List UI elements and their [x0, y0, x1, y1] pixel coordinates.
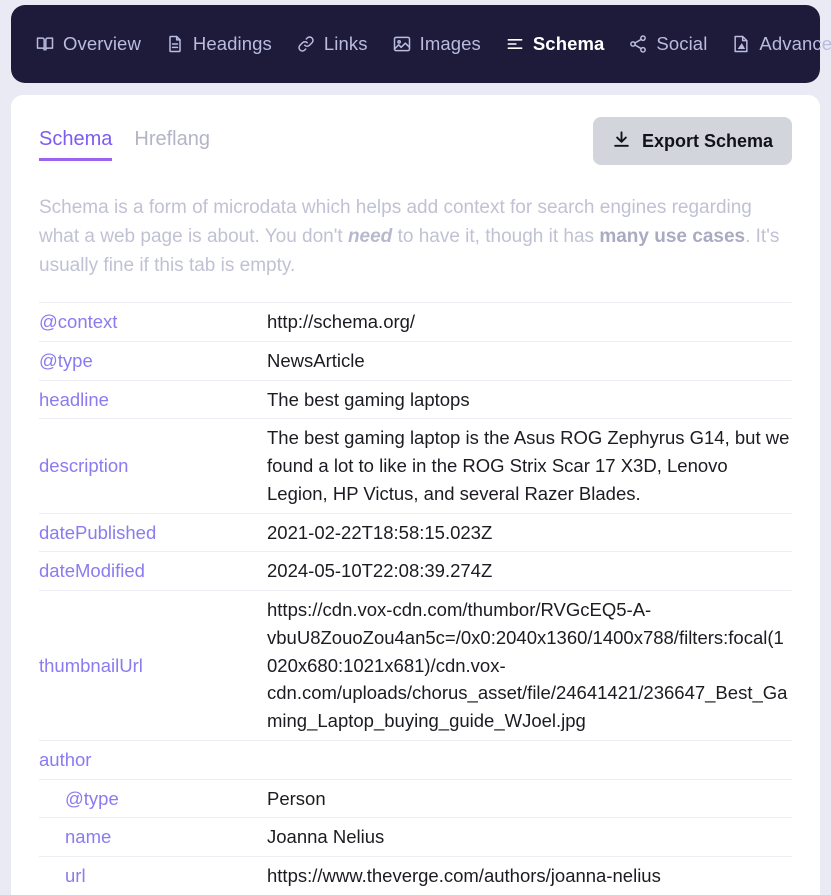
schema-key: name [39, 818, 267, 857]
nav-tab-label: Advanced [759, 33, 831, 55]
nav-tab-label: Headings [193, 33, 272, 55]
schema-value: https://cdn.vox-cdn.com/thumbor/RVGcEQ5-… [267, 591, 792, 741]
subtab-hreflang[interactable]: Hreflang [134, 127, 210, 161]
table-row: @type Person [39, 779, 792, 818]
schema-value: The best gaming laptops [267, 380, 792, 419]
list-icon [505, 34, 525, 54]
table-row: name Joanna Nelius [39, 818, 792, 857]
schema-key: url [39, 857, 267, 895]
image-icon [392, 34, 412, 54]
schema-value: The best gaming laptop is the Asus ROG Z… [267, 419, 792, 513]
document-icon [165, 34, 185, 54]
schema-key: author [39, 740, 267, 779]
nav-tab-label: Links [324, 33, 368, 55]
nav-tab-images[interactable]: Images [392, 33, 481, 55]
schema-key: @type [39, 341, 267, 380]
export-schema-label: Export Schema [642, 132, 773, 150]
schema-value: 2024-05-10T22:08:39.274Z [267, 552, 792, 591]
table-row: dateModified 2024-05-10T22:08:39.274Z [39, 552, 792, 591]
schema-key: thumbnailUrl [39, 591, 267, 741]
schema-value: 2021-02-22T18:58:15.023Z [267, 513, 792, 552]
schema-value: http://schema.org/ [267, 303, 792, 342]
link-icon [296, 34, 316, 54]
intro-strong: many use cases [599, 226, 745, 247]
nav-tab-schema[interactable]: Schema [505, 33, 605, 55]
nav-tab-social[interactable]: Social [628, 33, 707, 55]
intro-emphasis: need [348, 226, 392, 247]
schema-value [267, 740, 792, 779]
schema-table: @context http://schema.org/ @type NewsAr… [39, 302, 792, 895]
nav-tab-label: Schema [533, 33, 605, 55]
schema-value: Joanna Nelius [267, 818, 792, 857]
schema-key: description [39, 419, 267, 513]
schema-key: headline [39, 380, 267, 419]
subtab-schema[interactable]: Schema [39, 127, 112, 161]
table-row: url https://www.theverge.com/authors/joa… [39, 857, 792, 895]
table-row: thumbnailUrl https://cdn.vox-cdn.com/thu… [39, 591, 792, 741]
nav-tab-label: Images [420, 33, 481, 55]
share-icon [628, 34, 648, 54]
main-navbar: Overview Headings Links [11, 5, 820, 83]
nav-items: Overview Headings Links [35, 33, 831, 55]
schema-value: Person [267, 779, 792, 818]
intro-part-2: to have it, though it has [392, 226, 599, 247]
schema-description: Schema is a form of microdata which help… [39, 193, 792, 280]
table-row: author [39, 740, 792, 779]
subtab-label: Schema [39, 128, 112, 150]
export-schema-button[interactable]: Export Schema [593, 117, 792, 165]
nav-tab-label: Social [656, 33, 707, 55]
subtab-label: Hreflang [134, 128, 210, 150]
nav-tab-headings[interactable]: Headings [165, 33, 272, 55]
nav-tab-overview[interactable]: Overview [35, 33, 141, 55]
schema-value: NewsArticle [267, 341, 792, 380]
schema-key: @type [39, 779, 267, 818]
schema-key: @context [39, 303, 267, 342]
download-icon [612, 130, 631, 152]
table-row: description The best gaming laptop is th… [39, 419, 792, 513]
panel-header: Schema Hreflang Export Schema [39, 117, 792, 165]
schema-key: dateModified [39, 552, 267, 591]
schema-key: datePublished [39, 513, 267, 552]
table-row: @type NewsArticle [39, 341, 792, 380]
nav-tab-label: Overview [63, 33, 141, 55]
schema-panel: Schema Hreflang Export Schema Schema is … [11, 95, 820, 895]
schema-value: https://www.theverge.com/authors/joanna-… [267, 857, 792, 895]
table-row: @context http://schema.org/ [39, 303, 792, 342]
nav-tab-links[interactable]: Links [296, 33, 368, 55]
table-row: datePublished 2021-02-22T18:58:15.023Z [39, 513, 792, 552]
page-color-icon [731, 34, 751, 54]
subtab-bar: Schema Hreflang [39, 117, 210, 161]
schema-table-body: @context http://schema.org/ @type NewsAr… [39, 303, 792, 895]
nav-tab-advanced[interactable]: Advanced [731, 33, 831, 55]
table-row: headline The best gaming laptops [39, 380, 792, 419]
book-icon [35, 34, 55, 54]
